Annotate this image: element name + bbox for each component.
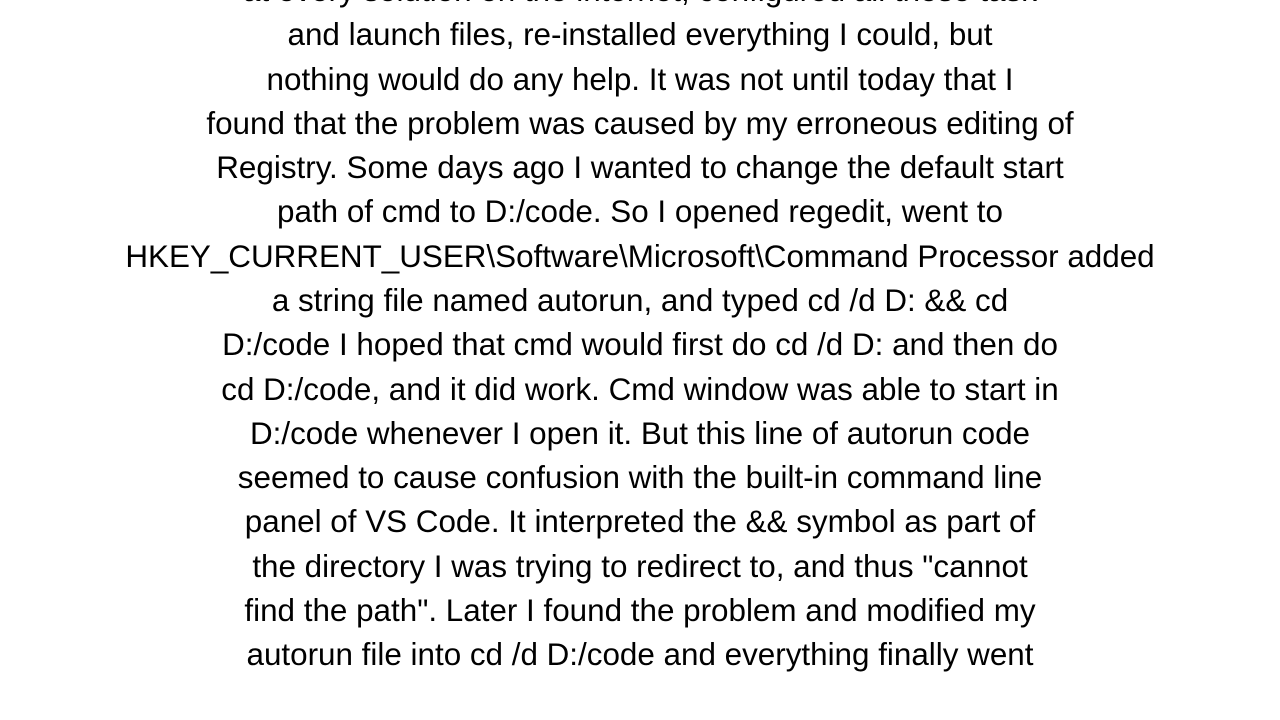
document-page: at every solution on the internet, confi… (0, 0, 1280, 720)
body-text: at every solution on the internet, confi… (125, 0, 1154, 678)
